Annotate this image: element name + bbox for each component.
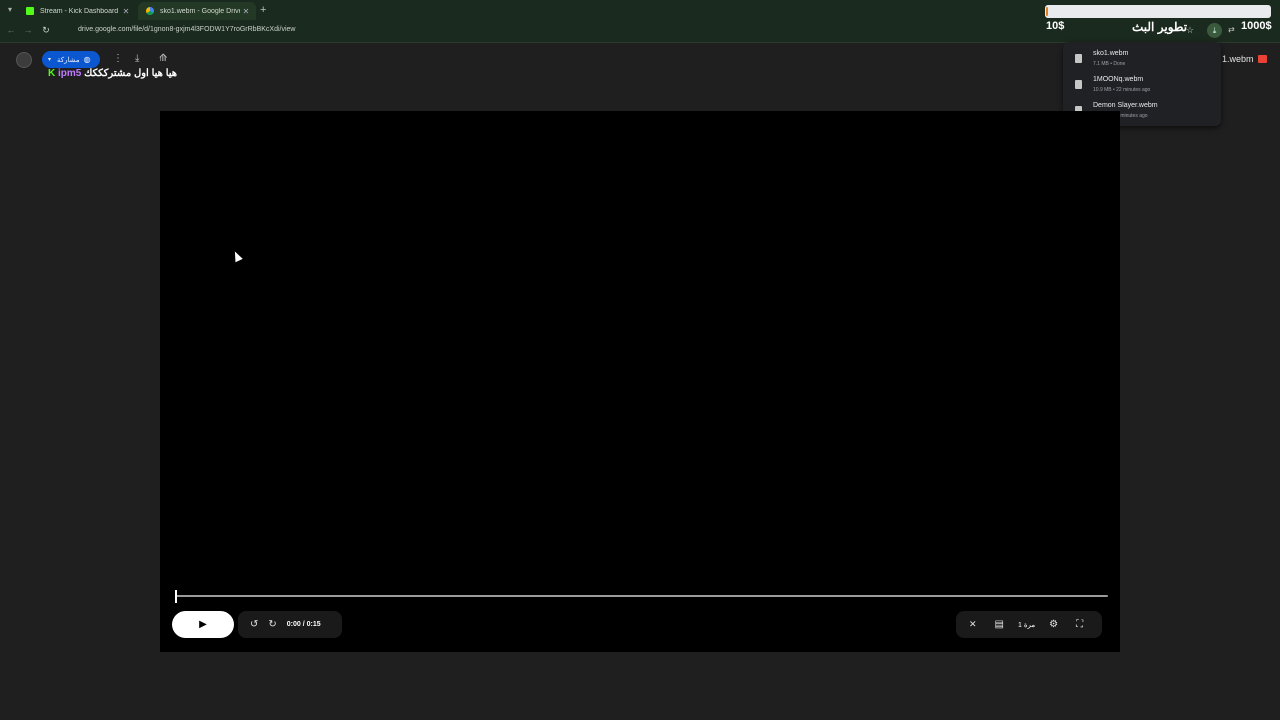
latest-subscriber-overlay: K ipm5 هيا هيا اول مشتركككك bbox=[48, 68, 177, 79]
reload-icon[interactable]: ↻ bbox=[40, 25, 52, 36]
goal-progress-fill bbox=[1046, 7, 1048, 16]
goal-current-amount: 10$ bbox=[1046, 20, 1065, 32]
download-filename: 1MOONq.webm bbox=[1093, 76, 1144, 83]
tab-label: sko1.webm - Google Drive bbox=[160, 7, 240, 15]
download-icon[interactable]: ⤓ bbox=[1207, 23, 1222, 38]
globe-icon: ◍ bbox=[83, 55, 91, 64]
file-icon bbox=[1075, 80, 1082, 89]
goal-title: تطوير البث bbox=[1132, 20, 1188, 34]
goal-target-amount: 1000$ bbox=[1241, 20, 1272, 32]
add-to-drive-icon[interactable]: ⟰ bbox=[159, 53, 167, 64]
forward-10-icon[interactable]: ↻ bbox=[268, 619, 276, 630]
play-button[interactable]: ▶ bbox=[172, 611, 234, 638]
download-file-icon[interactable]: ⤓ bbox=[135, 53, 139, 64]
tab-strip: ▾ Stream - Kick Dashboard ✕ sko1.webm - … bbox=[0, 0, 1280, 20]
download-status: 10.9 MB • 22 minutes ago bbox=[1093, 87, 1151, 93]
drive-favicon-icon bbox=[146, 7, 154, 15]
kick-logo-icon: K bbox=[48, 68, 56, 79]
download-status: 7.1 MB • Done bbox=[1093, 61, 1126, 67]
file-type-icon bbox=[1258, 55, 1267, 63]
player-settings-controls: ✕ ▤ 1 مرة ⚙ ⛶ bbox=[956, 611, 1102, 638]
settings-icon[interactable]: ⚙ bbox=[1049, 619, 1058, 630]
file-icon bbox=[1075, 54, 1082, 63]
extensions-icon[interactable]: ⇄ bbox=[1228, 25, 1235, 34]
tab-search-button[interactable]: ▾ bbox=[4, 4, 16, 16]
url-text[interactable]: drive.google.com/file/d/1gnon8-gxjm4l3FO… bbox=[78, 26, 295, 33]
tab-label: Stream - Kick Dashboard bbox=[40, 7, 119, 15]
time-display: 0:00 / 0:15 bbox=[286, 621, 321, 628]
file-name-label: 1.webm bbox=[1222, 54, 1254, 64]
close-icon[interactable]: ✕ bbox=[240, 7, 252, 16]
avatar[interactable] bbox=[16, 52, 32, 68]
mute-icon[interactable]: ✕ bbox=[969, 619, 977, 630]
chevron-down-icon: ▾ bbox=[48, 57, 52, 63]
goal-progress-bar bbox=[1045, 5, 1271, 18]
tab-kick-dashboard[interactable]: Stream - Kick Dashboard ✕ bbox=[18, 2, 136, 20]
captions-icon[interactable]: ▤ bbox=[995, 619, 1004, 630]
download-filename: Demon Slayer.webm bbox=[1093, 102, 1158, 109]
close-icon[interactable]: ✕ bbox=[120, 7, 132, 16]
address-bar[interactable]: drive.google.com/file/d/1gnon8-gxjm4l3FO… bbox=[60, 22, 1040, 40]
playback-controls: ↺ ↻ 0:00 / 0:15 bbox=[238, 611, 342, 638]
download-filename: sko1.webm bbox=[1093, 50, 1129, 57]
forward-icon[interactable]: → bbox=[22, 25, 34, 35]
share-button[interactable]: ▾ مشاركة ◍ bbox=[42, 51, 100, 68]
share-label: مشاركة bbox=[57, 56, 80, 64]
kick-favicon-icon bbox=[26, 7, 34, 15]
fullscreen-icon[interactable]: ⛶ bbox=[1076, 619, 1083, 630]
seek-handle[interactable] bbox=[175, 590, 177, 603]
more-options-icon[interactable]: ⋮ bbox=[113, 53, 123, 64]
tab-google-drive[interactable]: sko1.webm - Google Drive ✕ bbox=[138, 2, 256, 20]
subscriber-username: ipm5 bbox=[58, 68, 82, 79]
browser-toolbar: ← → ↻ drive.google.com/file/d/1gnon8-gxj… bbox=[0, 20, 1280, 43]
rewind-10-icon[interactable]: ↺ bbox=[250, 619, 258, 630]
new-tab-button[interactable]: + bbox=[260, 4, 266, 16]
download-item[interactable]: sko1.webm 7.1 MB • Done bbox=[1063, 48, 1221, 72]
seek-bar[interactable] bbox=[176, 595, 1108, 597]
video-player[interactable]: ▶ ↺ ↻ 0:00 / 0:15 ✕ ▤ 1 مرة ⚙ ⛶ bbox=[160, 111, 1120, 652]
download-item[interactable]: 1MOONq.webm 10.9 MB • 22 minutes ago bbox=[1063, 74, 1221, 98]
bookmark-star-icon[interactable]: ☆ bbox=[1186, 25, 1194, 36]
playback-speed[interactable]: 1 مرة bbox=[1018, 621, 1035, 629]
subscriber-message: هيا هيا اول مشتركككك bbox=[84, 68, 178, 79]
back-icon[interactable]: ← bbox=[5, 25, 17, 35]
